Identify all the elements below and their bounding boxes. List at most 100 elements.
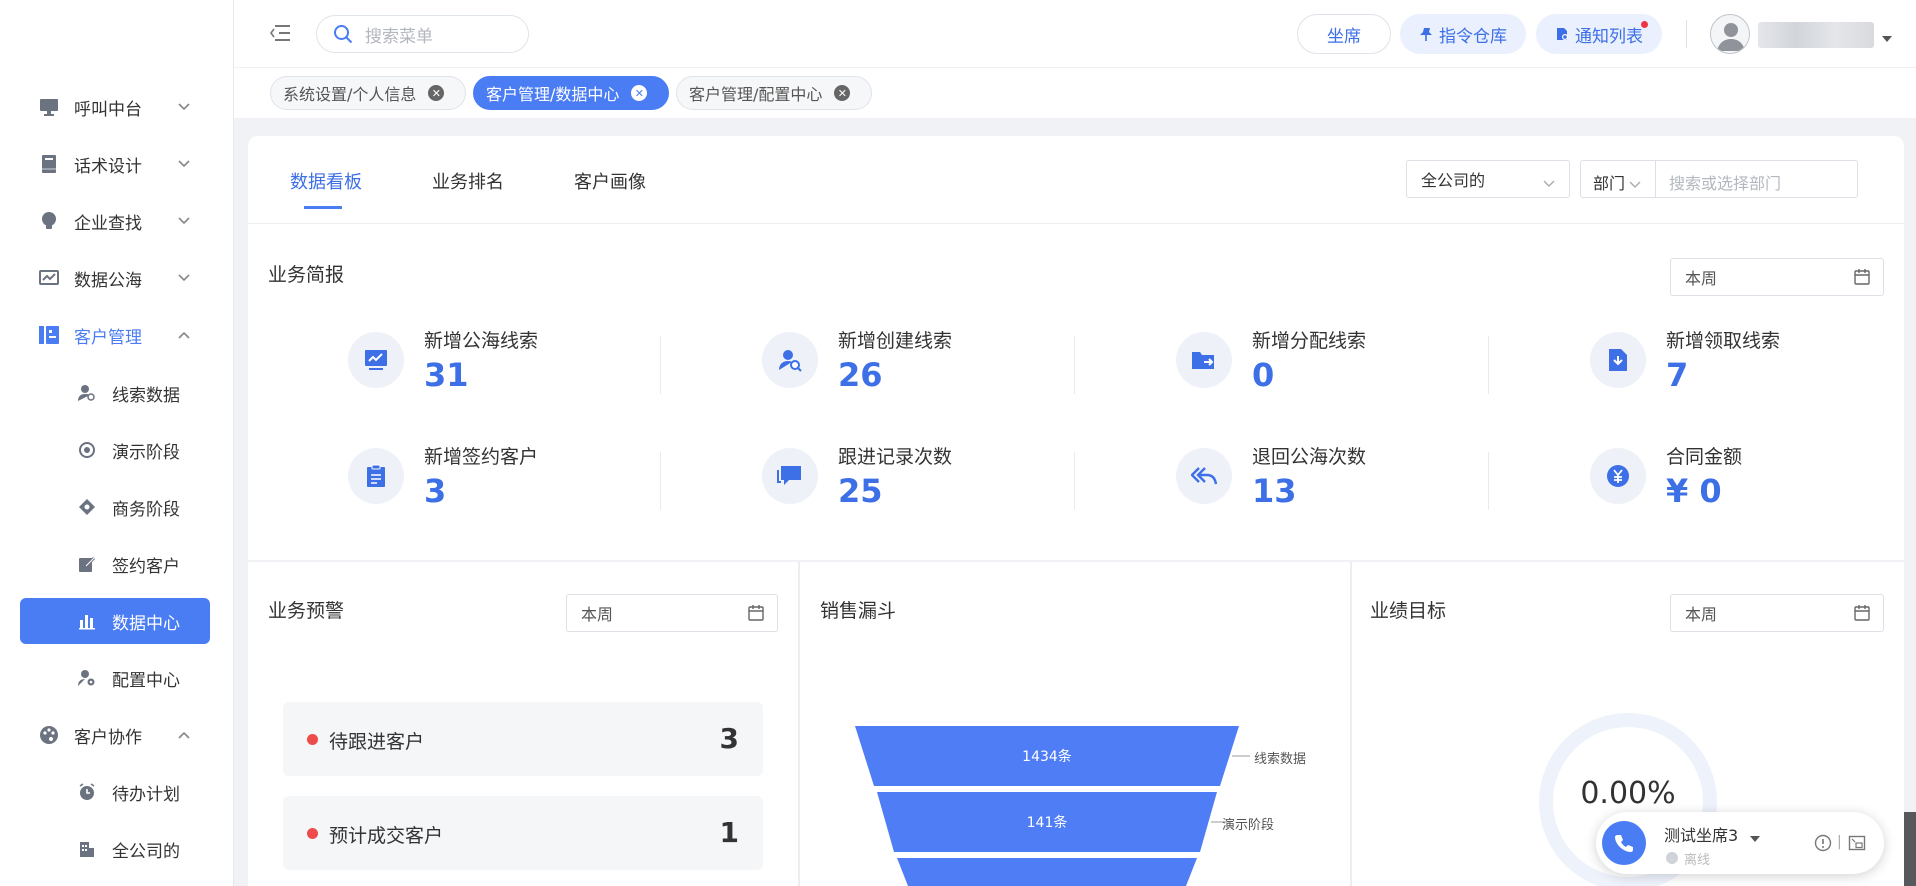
phone-widget[interactable]: 测试坐席3 离线 | [1596, 812, 1884, 874]
alarm-icon [76, 779, 98, 805]
scope-select[interactable]: 全公司的 [1406, 160, 1570, 198]
chevron-down-icon [174, 103, 194, 111]
caret-down-icon[interactable] [1882, 28, 1892, 48]
stat-value: 0 [1252, 356, 1275, 394]
warning-row-expected-deal[interactable]: 预计成交客户 1 [283, 796, 763, 870]
sidebar-item-label: 配置中心 [112, 670, 180, 691]
pin-icon [1419, 27, 1433, 41]
tab-customer-portrait[interactable]: 客户画像 [574, 168, 646, 194]
close-icon[interactable]: ✕ [428, 85, 445, 101]
department-search-input[interactable]: 搜索或选择部门 [1669, 170, 1781, 194]
warning-label: 待跟进客户 [329, 731, 425, 753]
stat-value: ¥ 0 [1666, 472, 1722, 510]
stat-value: 3 [424, 472, 447, 510]
sidebar-item-label: 待办计划 [112, 784, 180, 805]
sidebar-item-label: 企业查找 [74, 213, 142, 234]
stat-label: 合同金额 [1666, 446, 1743, 468]
expand-window-icon[interactable] [1848, 834, 1866, 857]
calendar-icon [747, 604, 765, 626]
yen-coin-icon [1590, 448, 1646, 504]
user-gear-icon [76, 665, 98, 691]
sidebar-item-business-stage[interactable]: 商务阶段 [20, 484, 210, 530]
notification-list-button[interactable]: 通知列表 [1536, 14, 1662, 54]
seat-button[interactable]: 坐席 [1297, 14, 1391, 54]
warning-date-picker[interactable]: 本周 [566, 594, 778, 632]
target-icon [76, 437, 98, 463]
collapse-menu-icon[interactable] [270, 24, 290, 47]
sidebar-item-config-center[interactable]: 配置中心 [20, 655, 210, 701]
sidebar-item-demo-stage[interactable]: 演示阶段 [20, 427, 210, 473]
stat-value: 31 [424, 356, 469, 394]
tabs-card: 数据看板 业务排名 客户画像 全公司的 部门 搜索或选择部门 [248, 136, 1904, 224]
tag-personal-info[interactable]: 系统设置/个人信息 ✕ [270, 76, 466, 110]
caret-down-icon[interactable] [1750, 828, 1760, 848]
notification-badge-dot [1641, 21, 1648, 28]
lightbulb-icon [36, 208, 62, 234]
divider [660, 452, 661, 510]
clipboard-icon [348, 448, 404, 504]
book-icon [36, 151, 62, 177]
top-bar: 搜索菜单 坐席 指令仓库 通知列表 [234, 0, 1916, 68]
avatar[interactable] [1710, 14, 1750, 54]
chevron-up-icon [174, 331, 194, 339]
sidebar-item-signed-customers[interactable]: 签约客户 [20, 541, 210, 587]
close-icon[interactable]: ✕ [631, 85, 648, 101]
warning-count: 3 [719, 722, 739, 755]
stat-new-assigned-leads: 新增分配线索 0 [1176, 326, 1536, 406]
sidebar-item-label: 商务阶段 [112, 499, 180, 520]
sidebar-item-script-design[interactable]: 话术设计 [20, 141, 210, 187]
sidebar-item-customer-management[interactable]: 客户管理 [20, 312, 210, 358]
palette-icon [36, 722, 62, 748]
stat-followup-records: 跟进记录次数 25 [762, 442, 1122, 522]
warning-label: 预计成交客户 [329, 825, 444, 847]
sidebar-item-whole-company[interactable]: 全公司的 [20, 826, 210, 872]
info-icon[interactable] [1814, 834, 1832, 857]
sidebar-item-collaboration[interactable]: 客户协作 [20, 712, 210, 758]
tab-business-ranking[interactable]: 业务排名 [432, 168, 504, 194]
sidebar-item-label: 客户协作 [74, 727, 142, 748]
sidebar-item-leads[interactable]: 线索数据 [20, 370, 210, 416]
sidebar-item-todo-plan[interactable]: 待办计划 [20, 769, 210, 815]
tag-label: 客户管理/配置中心 [689, 85, 823, 104]
sidebar-item-label: 数据公海 [74, 270, 142, 291]
divider [1350, 562, 1352, 886]
chart-screen-icon [36, 265, 62, 291]
user-search-icon [762, 332, 818, 388]
stat-label: 新增领取线索 [1666, 330, 1781, 352]
active-tab-indicator [304, 206, 342, 209]
sidebar-item-label: 数据中心 [112, 613, 180, 634]
department-select[interactable]: 部门 搜索或选择部门 [1580, 160, 1858, 198]
close-icon[interactable]: ✕ [834, 85, 851, 101]
notification-list-label: 通知列表 [1575, 26, 1643, 47]
chevron-down-icon [1543, 173, 1555, 192]
target-date-picker[interactable]: 本周 [1670, 594, 1884, 632]
sidebar-item-data-pool[interactable]: 数据公海 [20, 255, 210, 301]
sidebar-item-data-center[interactable]: 数据中心 [20, 598, 210, 644]
status-dot [307, 734, 318, 745]
funnel-stage-3 [897, 858, 1197, 886]
warning-row-pending-followup[interactable]: 待跟进客户 3 [283, 702, 763, 776]
funnel-stage-label: 演示阶段 [1222, 818, 1275, 833]
section-title: 业务预警 [268, 600, 345, 622]
menu-search-input[interactable]: 搜索菜单 [316, 15, 529, 53]
tag-config-center[interactable]: 客户管理/配置中心 ✕ [676, 76, 872, 110]
tab-data-dashboard[interactable]: 数据看板 [290, 168, 362, 194]
calendar-icon [1853, 604, 1871, 626]
command-library-button[interactable]: 指令仓库 [1400, 14, 1526, 54]
scrollbar[interactable] [1904, 812, 1916, 886]
sidebar-item-company-search[interactable]: 企业查找 [20, 198, 210, 244]
tag-data-center[interactable]: 客户管理/数据中心 ✕ [473, 76, 669, 110]
brief-date-picker[interactable]: 本周 [1670, 258, 1884, 296]
funnel-chart [855, 726, 1250, 886]
customer-card-icon [36, 322, 62, 348]
sidebar-item-label: 线索数据 [112, 385, 180, 406]
calendar-icon [1853, 268, 1871, 290]
funnel-stage-label: 线索数据 [1254, 752, 1307, 767]
offline-status-icon [1666, 852, 1678, 864]
chat-icon [762, 448, 818, 504]
sidebar-item-call-center[interactable]: 呼叫中台 [20, 84, 210, 130]
stat-label: 新增公海线索 [424, 330, 539, 352]
phone-icon[interactable] [1602, 821, 1646, 865]
folder-share-icon [1176, 332, 1232, 388]
stat-new-claimed-leads: 新增领取线索 7 [1590, 326, 1916, 406]
